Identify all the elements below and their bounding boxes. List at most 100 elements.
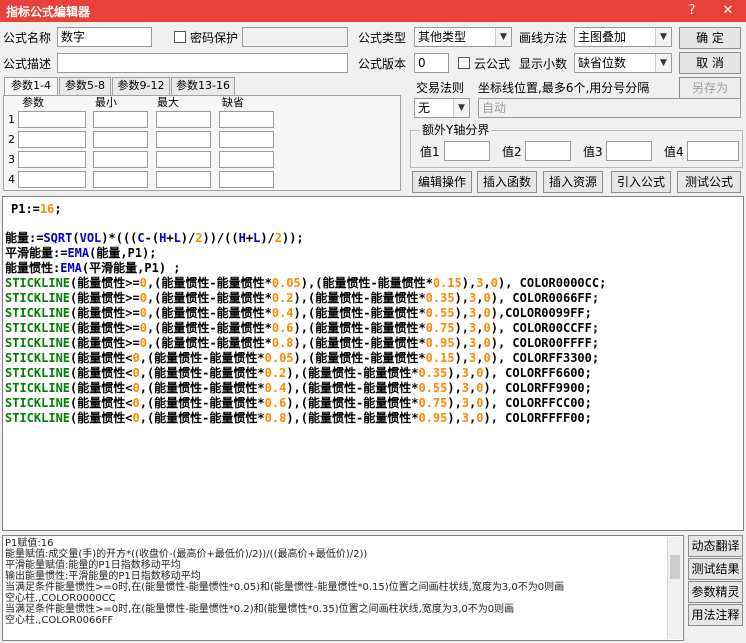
usage-notes-button[interactable]: 用法注释 xyxy=(688,604,743,626)
output-line: 平滑能量赋值:能量的P1日指数移动平均 xyxy=(5,560,181,571)
param-row-index: 1 xyxy=(8,113,15,126)
trade-rule-label: 交易法则 xyxy=(416,81,465,95)
tab-params-13-16[interactable]: 参数13-16 xyxy=(171,77,235,95)
coord-lines-label: 坐标线位置,最多6个,用分号分隔 xyxy=(478,81,650,95)
param-header-max: 最大 xyxy=(157,96,179,109)
trade-rule-select[interactable]: 无 ▼ xyxy=(414,98,470,118)
param-row-index: 2 xyxy=(8,133,15,146)
code-line: STICKLINE(能量惯性>=0,(能量惯性-能量惯性*0.2),(能量惯性-… xyxy=(5,291,600,305)
formula-desc-input[interactable] xyxy=(57,53,348,73)
value2-label: 值2 xyxy=(502,145,522,159)
output-line: 当满足条件能量惯性>=0时,在(能量惯性-能量惯性*0.2)和(能量惯性*0.3… xyxy=(5,604,515,615)
coord-lines-input[interactable]: 自动 xyxy=(478,98,741,118)
formula-type-select[interactable]: 其他类型 ▼ xyxy=(414,27,512,47)
chevron-down-icon: ▼ xyxy=(655,28,671,46)
output-line: 输出能量惯性:平滑能量的P1日指数移动平均 xyxy=(5,571,201,582)
value1-input[interactable] xyxy=(444,141,490,161)
param-default-input[interactable] xyxy=(219,131,274,148)
code-line: 能量:=SQRT(VOL)*(((C-(H+L)/2))/((H+L)/2)); xyxy=(5,231,304,245)
value1-label: 值1 xyxy=(420,145,440,159)
save-as-button[interactable]: 另存为 xyxy=(679,77,741,99)
param-min-input[interactable] xyxy=(93,151,148,168)
code-line: 能量惯性:EMA(平滑能量,P1) ; xyxy=(5,261,181,275)
test-result-button[interactable]: 测试结果 xyxy=(688,558,743,580)
chevron-down-icon: ▼ xyxy=(655,54,671,72)
formula-name-input[interactable]: 数字 xyxy=(57,27,152,47)
param-max-input[interactable] xyxy=(156,111,211,128)
translation-output[interactable]: P1赋值:16 能量赋值:成交量(手)的开方*((收盘价-(最高价+最低价)/2… xyxy=(2,535,684,641)
output-line: 能量赋值:成交量(手)的开方*((收盘价-(最高价+最低价)/2))/((最高价… xyxy=(5,549,368,560)
value3-label: 值3 xyxy=(583,145,603,159)
param-default-input[interactable] xyxy=(219,111,274,128)
param-max-input[interactable] xyxy=(156,131,211,148)
param-min-input[interactable] xyxy=(93,131,148,148)
formula-editor[interactable]: P1:=16; 能量:=SQRT(VOL)*(((C-(H+L)/2))/((H… xyxy=(2,196,744,531)
insert-resource-button[interactable]: 插入资源 xyxy=(543,171,603,193)
cloud-formula-checkbox[interactable] xyxy=(458,57,470,69)
decimals-label: 显示小数 xyxy=(519,57,568,71)
param-name-input[interactable] xyxy=(18,111,86,128)
param-max-input[interactable] xyxy=(156,151,211,168)
dynamic-translate-button[interactable]: 动态翻译 xyxy=(688,535,743,557)
title-bar: 指标公式编辑器 ? ✕ xyxy=(0,0,746,22)
param-name-input[interactable] xyxy=(18,151,86,168)
tab-params-5-8[interactable]: 参数5-8 xyxy=(59,77,111,95)
draw-method-label: 画线方法 xyxy=(519,31,568,45)
output-scrollbar[interactable] xyxy=(667,537,682,639)
edit-operations-button[interactable]: 编辑操作 xyxy=(412,171,472,193)
scroll-thumb[interactable] xyxy=(670,555,680,579)
import-formula-button[interactable]: 引入公式 xyxy=(611,171,671,193)
code-line: P1:=16; xyxy=(11,202,62,216)
formula-name-label: 公式名称 xyxy=(3,31,52,45)
code-line: STICKLINE(能量惯性>=0,(能量惯性-能量惯性*0.8),(能量惯性-… xyxy=(5,336,600,350)
password-checkbox[interactable] xyxy=(174,31,186,43)
param-header-min: 最小 xyxy=(95,96,117,109)
formula-version-label: 公式版本 xyxy=(358,57,407,71)
param-default-input[interactable] xyxy=(219,151,274,168)
code-line: STICKLINE(能量惯性>=0,(能量惯性-能量惯性*0.05),(能量惯性… xyxy=(5,276,607,290)
tab-params-1-4[interactable]: 参数1-4 xyxy=(4,77,58,96)
code-line: STICKLINE(能量惯性<0,(能量惯性-能量惯性*0.4),(能量惯性-能… xyxy=(5,381,592,395)
draw-method-select[interactable]: 主图叠加 ▼ xyxy=(574,27,672,47)
code-line: STICKLINE(能量惯性>=0,(能量惯性-能量惯性*0.4),(能量惯性-… xyxy=(5,306,592,320)
param-name-input[interactable] xyxy=(18,131,86,148)
code-line: STICKLINE(能量惯性<0,(能量惯性-能量惯性*0.6),(能量惯性-能… xyxy=(5,396,592,410)
cancel-button[interactable]: 取 消 xyxy=(679,52,741,74)
insert-function-button[interactable]: 插入函数 xyxy=(477,171,537,193)
output-line: 空心柱.,COLOR0066FF xyxy=(5,615,114,626)
password-input[interactable] xyxy=(242,27,348,47)
code-line: STICKLINE(能量惯性<0,(能量惯性-能量惯性*0.2),(能量惯性-能… xyxy=(5,366,592,380)
param-wizard-button[interactable]: 参数精灵 xyxy=(688,581,743,603)
decimals-select[interactable]: 缺省位数 ▼ xyxy=(574,53,672,73)
code-line: 平滑能量:=EMA(能量,P1); xyxy=(5,246,157,260)
ok-button[interactable]: 确 定 xyxy=(679,27,741,49)
value3-input[interactable] xyxy=(606,141,652,161)
password-label: 密码保护 xyxy=(190,31,239,45)
formula-version-input[interactable]: 0 xyxy=(414,53,449,73)
value4-input[interactable] xyxy=(687,141,739,161)
help-button[interactable]: ? xyxy=(678,1,706,21)
param-default-input[interactable] xyxy=(219,171,274,188)
value2-input[interactable] xyxy=(525,141,571,161)
extra-y-axis-label: 额外Y轴分界 xyxy=(420,123,492,137)
cloud-formula-label: 云公式 xyxy=(474,57,511,71)
test-formula-button[interactable]: 测试公式 xyxy=(677,171,741,193)
param-header-default: 缺省 xyxy=(222,96,244,109)
code-line: STICKLINE(能量惯性>=0,(能量惯性-能量惯性*0.6),(能量惯性-… xyxy=(5,321,600,335)
output-line: 当满足条件能量惯性>=0时,在(能量惯性-能量惯性*0.05)和(能量惯性-能量… xyxy=(5,582,565,593)
chevron-down-icon: ▼ xyxy=(495,28,511,46)
output-line: P1赋值:16 xyxy=(5,538,54,549)
param-max-input[interactable] xyxy=(156,171,211,188)
formula-type-label: 公式类型 xyxy=(358,31,407,45)
tab-params-9-12[interactable]: 参数9-12 xyxy=(112,77,170,95)
code-line: STICKLINE(能量惯性<0,(能量惯性-能量惯性*0.8),(能量惯性-能… xyxy=(5,411,592,425)
code-line: STICKLINE(能量惯性<0,(能量惯性-能量惯性*0.05),(能量惯性-… xyxy=(5,351,600,365)
param-min-input[interactable] xyxy=(93,171,148,188)
param-name-input[interactable] xyxy=(18,171,86,188)
output-line: 空心柱.,COLOR0000CC xyxy=(5,593,116,604)
value4-label: 值4 xyxy=(664,145,684,159)
close-button[interactable]: ✕ xyxy=(714,1,742,21)
param-header-name: 参数 xyxy=(22,96,44,109)
param-row-index: 3 xyxy=(8,153,15,166)
param-min-input[interactable] xyxy=(93,111,148,128)
